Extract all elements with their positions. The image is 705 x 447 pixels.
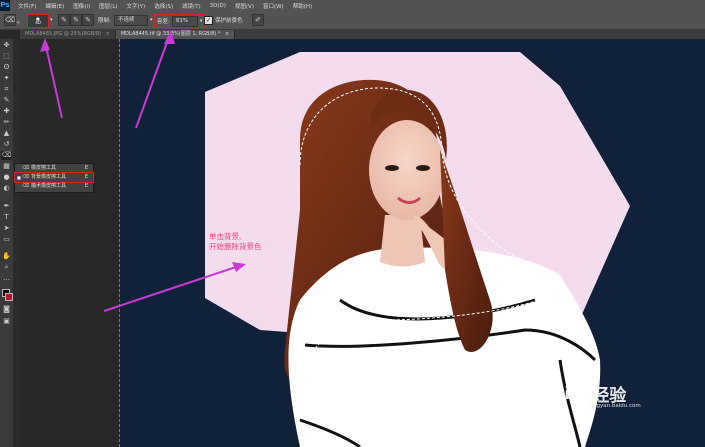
flyout-item-eraser[interactable]: ⌫ 橡皮擦工具 E bbox=[15, 164, 93, 173]
menu-edit[interactable]: 编辑(E) bbox=[45, 2, 64, 10]
sampling-swatch-button[interactable]: ✎ bbox=[82, 14, 94, 26]
instruction-annotation: 单击背景, 开始删除背景色 bbox=[209, 232, 262, 252]
paw-icon bbox=[573, 385, 589, 401]
tool-preset-picker[interactable]: ⌫ bbox=[4, 14, 16, 26]
zoom-tool-icon[interactable]: ⌕ bbox=[1, 263, 12, 272]
eyedropper-tool-icon[interactable]: ✎ bbox=[1, 96, 12, 105]
flyout-item-shortcut: E bbox=[84, 183, 88, 189]
brush-panel-chevron-icon[interactable]: ▾ bbox=[50, 14, 53, 26]
marquee-tool-icon[interactable]: ⬚ bbox=[1, 52, 12, 61]
eraser-tools-flyout: ⌫ 橡皮擦工具 E ■ ⌫ 背景橡皮擦工具 E ⌫ 魔术橡皮擦工具 E bbox=[14, 163, 94, 193]
protect-foreground-checkbox[interactable]: ✓ bbox=[204, 15, 213, 25]
protect-foreground-label: 保护前景色 bbox=[215, 18, 243, 24]
menu-3d[interactable]: 3D(D) bbox=[210, 3, 226, 9]
lasso-tool-icon[interactable]: ʘ bbox=[1, 63, 12, 72]
crop-tool-icon[interactable]: ⌗ bbox=[1, 85, 12, 94]
flyout-item-shortcut: E bbox=[84, 174, 88, 180]
tolerance-input[interactable]: 81% bbox=[171, 15, 198, 27]
type-tool-icon[interactable]: T bbox=[1, 213, 12, 222]
flyout-item-label: 魔术橡皮擦工具 bbox=[31, 183, 67, 189]
pen-tool-icon[interactable]: ✒ bbox=[1, 202, 12, 211]
background-color-swatch[interactable] bbox=[5, 293, 13, 301]
eraser-tool-icon[interactable]: ⌫ bbox=[1, 151, 12, 160]
protect-foreground-toggle[interactable]: ✓ 保护前景色 bbox=[204, 14, 243, 26]
menu-layer[interactable]: 图层(L) bbox=[99, 2, 117, 10]
brush-size-value: 40 bbox=[35, 21, 41, 26]
menu-select[interactable]: 选择(S) bbox=[154, 2, 173, 10]
menu-view[interactable]: 视图(V) bbox=[235, 2, 254, 10]
flyout-item-background-eraser[interactable]: ■ ⌫ 背景橡皮擦工具 E bbox=[14, 172, 94, 183]
tab-close-icon[interactable]: × bbox=[106, 31, 110, 37]
eyedropper-swatch-icon: ✎ bbox=[82, 14, 94, 26]
flyout-item-label: 橡皮擦工具 bbox=[31, 165, 57, 171]
flyout-item-shortcut: E bbox=[84, 165, 88, 171]
healing-tool-icon[interactable]: ✚ bbox=[1, 107, 12, 116]
eyedropper-once-icon: ✎ bbox=[70, 14, 82, 26]
blur-tool-icon[interactable]: ● bbox=[1, 173, 12, 182]
menu-filter[interactable]: 滤镜(T) bbox=[182, 2, 201, 10]
move-tool-icon[interactable]: ✥ bbox=[1, 41, 12, 50]
eraser-icon: ⌫ bbox=[4, 14, 16, 26]
gradient-tool-icon[interactable]: ▦ bbox=[1, 162, 12, 171]
document-tab-bar: MDLA8465.JPG @ 25%(RGB/8) × MDLA8445.tif… bbox=[20, 30, 705, 39]
options-bar: ⌫ ▾ ● 40 ▾ ✎ ✎ ✎ 限制: 不连续 ▾ 容差: 81% ▾ ✓ 保… bbox=[0, 11, 705, 30]
menu-type[interactable]: 文字(Y) bbox=[127, 2, 146, 10]
stamp-tool-icon[interactable]: ▲ bbox=[1, 129, 12, 138]
tab-mdla8445[interactable]: MDLA8445.tif @ 33.3%(图层 1, RGB/8) * × bbox=[115, 30, 236, 39]
tab-mdla8465[interactable]: MDLA8465.JPG @ 25%(RGB/8) × bbox=[20, 30, 116, 39]
annotation-line-2: 开始删除背景色 bbox=[209, 242, 262, 251]
flyout-item-magic-eraser[interactable]: ⌫ 魔术橡皮擦工具 E bbox=[15, 182, 93, 191]
baidu-watermark: Bai 经验 jingyan.baidu.com bbox=[540, 381, 641, 410]
pressure-size-button[interactable]: ✐ bbox=[252, 14, 264, 26]
limits-chevron-icon: ▾ bbox=[150, 17, 153, 23]
tab-label: MDLA8465.JPG @ 25%(RGB/8) bbox=[25, 31, 102, 37]
eyedropper-icon: ✎ bbox=[58, 14, 70, 26]
tolerance-label: 容差: bbox=[157, 19, 170, 25]
brush-size-picker[interactable]: ● 40 bbox=[27, 14, 49, 28]
limits-label: 限制: bbox=[98, 18, 111, 24]
annotation-line-1: 单击背景, bbox=[209, 232, 242, 241]
tolerance-chevron-icon[interactable]: ▾ bbox=[200, 18, 203, 24]
watermark-url: jingyan.baidu.com bbox=[590, 403, 641, 409]
pressure-icon: ✐ bbox=[252, 14, 264, 26]
sampling-once-button[interactable]: ✎ bbox=[70, 14, 82, 26]
tolerance-group: 容差: 81% ▾ bbox=[154, 14, 206, 28]
background-eraser-icon: ⌫ bbox=[22, 174, 30, 180]
brush-tool-icon[interactable]: ✏ bbox=[1, 118, 12, 127]
menu-window[interactable]: 窗口(W) bbox=[263, 2, 284, 10]
quick-select-tool-icon[interactable]: ✦ bbox=[1, 74, 12, 83]
hand-tool-icon[interactable]: ✋ bbox=[1, 252, 12, 261]
screen-mode-icon[interactable]: ▣ bbox=[1, 317, 12, 326]
photoshop-logo: Ps bbox=[0, 0, 10, 11]
tab-close-icon[interactable]: × bbox=[225, 31, 229, 37]
menu-bar: Ps 文件(F) 编辑(E) 图像(I) 图层(L) 文字(Y) 选择(S) 滤… bbox=[0, 0, 705, 11]
quick-mask-icon[interactable]: ◙ bbox=[1, 305, 12, 314]
magic-eraser-icon: ⌫ bbox=[22, 183, 30, 189]
menu-file[interactable]: 文件(F) bbox=[18, 2, 36, 10]
eraser-icon: ⌫ bbox=[22, 165, 30, 171]
watermark-brand: Bai bbox=[540, 383, 571, 404]
sampling-continuous-button[interactable]: ✎ bbox=[58, 14, 70, 26]
toolbar-gutter bbox=[13, 39, 21, 447]
limits-select[interactable]: 不连续 ▾ bbox=[114, 14, 153, 26]
dodge-tool-icon[interactable]: ◐ bbox=[1, 184, 12, 193]
path-select-tool-icon[interactable]: ➤ bbox=[1, 224, 12, 233]
menu-help[interactable]: 帮助(H) bbox=[293, 2, 312, 10]
tools-panel: ✥ ⬚ ʘ ✦ ⌗ ✎ ✚ ✏ ▲ ↺ ⌫ ▦ ● ◐ ✒ T ➤ ▭ ✋ ⌕ … bbox=[0, 39, 14, 447]
tab-label: MDLA8445.tif @ 33.3%(图层 1, RGB/8) * bbox=[120, 31, 221, 37]
history-brush-tool-icon[interactable]: ↺ bbox=[1, 140, 12, 149]
canvas-edge-guide bbox=[119, 39, 120, 447]
more-tools-icon[interactable]: … bbox=[1, 274, 12, 283]
pasteboard bbox=[21, 39, 120, 447]
limits-select-value: 不连续 bbox=[114, 14, 148, 26]
shape-tool-icon[interactable]: ▭ bbox=[1, 235, 12, 244]
menu-image[interactable]: 图像(I) bbox=[73, 2, 90, 10]
flyout-item-label: 背景橡皮擦工具 bbox=[31, 174, 67, 180]
tool-preset-chevron-icon[interactable]: ▾ bbox=[17, 17, 20, 29]
